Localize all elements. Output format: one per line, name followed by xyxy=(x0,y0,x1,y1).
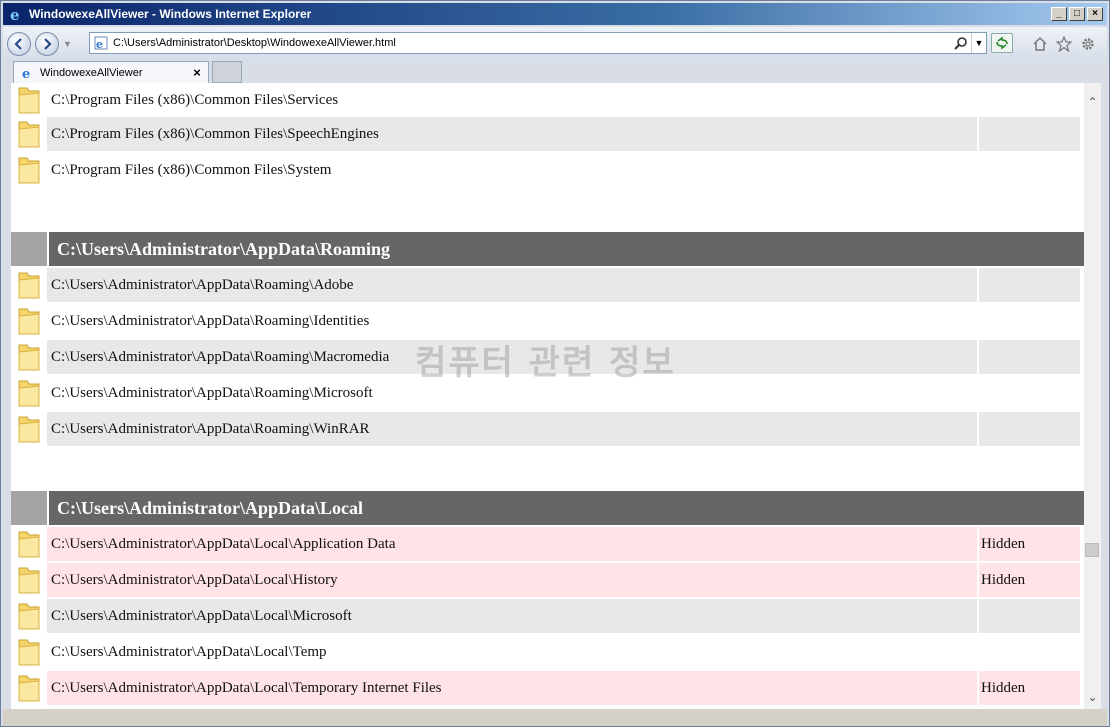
group-header-local: C:\Users\Administrator\AppData\Local xyxy=(11,491,1084,525)
minimize-button[interactable]: _ xyxy=(1051,7,1067,21)
folder-path: C:\Users\Administrator\AppData\Local\His… xyxy=(47,563,977,597)
folder-attribute xyxy=(977,268,1080,302)
list-item[interactable]: C:\Program Files (x86)\Common Files\Spee… xyxy=(11,117,1084,151)
watermark-text: 컴퓨터 관련 정보 xyxy=(415,343,676,383)
folder-icon xyxy=(11,268,47,302)
header-block xyxy=(11,491,47,525)
address-dropdown-icon[interactable]: ▼ xyxy=(971,33,986,53)
list-item[interactable]: C:\Users\Administrator\AppData\Local\Tem… xyxy=(11,671,1084,705)
address-url[interactable]: C:\Users\Administrator\Desktop\Windowexe… xyxy=(113,37,953,49)
tab-label: WindowexeAllViewer xyxy=(40,66,143,79)
folder-icon xyxy=(11,340,47,374)
list-item[interactable]: C:\Users\Administrator\AppData\Roaming\I… xyxy=(11,304,1084,338)
folder-icon xyxy=(11,153,47,187)
folder-icon xyxy=(11,599,47,633)
home-icon[interactable] xyxy=(1031,35,1049,53)
history-dropdown-icon[interactable]: ▼ xyxy=(63,39,73,49)
list-item[interactable]: C:\Users\Administrator\AppData\Local\His… xyxy=(11,563,1084,597)
folder-attribute: Hidden xyxy=(977,563,1080,597)
title-bar[interactable]: e WindowexeAllViewer - Windows Internet … xyxy=(3,3,1107,25)
ie-icon: e xyxy=(9,6,25,22)
folder-attribute xyxy=(977,412,1080,446)
svg-text:e: e xyxy=(96,38,103,50)
folder-attribute xyxy=(977,340,1080,374)
list-item[interactable]: C:\Users\Administrator\AppData\Local\Mic… xyxy=(11,599,1084,633)
folder-attribute xyxy=(977,599,1080,633)
list-item[interactable]: C:\Users\Administrator\AppData\Roaming\A… xyxy=(11,268,1084,302)
svg-text:e: e xyxy=(22,67,30,80)
folder-icon xyxy=(11,412,47,446)
forward-arrow-icon xyxy=(44,38,52,50)
refresh-icon xyxy=(996,36,1008,50)
folder-attribute xyxy=(977,153,1080,187)
folder-attribute: Hidden xyxy=(977,671,1080,705)
gear-icon[interactable] xyxy=(1079,35,1097,53)
tab-windowexeallviewer[interactable]: e WindowexeAllViewer × xyxy=(13,61,209,83)
folder-icon xyxy=(11,117,47,151)
forward-button[interactable] xyxy=(35,32,59,56)
folder-icon xyxy=(11,671,47,705)
back-button[interactable] xyxy=(7,32,31,56)
list-item[interactable]: C:\Users\Administrator\AppData\Roaming\W… xyxy=(11,412,1084,446)
scroll-thumb[interactable] xyxy=(1085,543,1099,557)
maximize-button[interactable]: □ xyxy=(1069,7,1085,21)
group-header-title: C:\Users\Administrator\AppData\Roaming xyxy=(47,232,1084,266)
browser-window: e WindowexeAllViewer - Windows Internet … xyxy=(0,0,1110,727)
folder-icon xyxy=(11,527,47,561)
folder-path: C:\Users\Administrator\AppData\Roaming\W… xyxy=(47,412,977,446)
folder-path: C:\Users\Administrator\AppData\Local\Mic… xyxy=(47,599,977,633)
browser-tools xyxy=(1031,35,1097,53)
scroll-up-icon[interactable]: ⌃ xyxy=(1084,93,1101,110)
ie-icon: e xyxy=(20,65,36,81)
list-item[interactable]: C:\Program Files (x86)\Common Files\Serv… xyxy=(11,83,1084,117)
window-controls: _ □ × xyxy=(1051,7,1103,21)
scroll-down-icon[interactable]: ⌄ xyxy=(1084,688,1101,705)
folder-path: C:\Users\Administrator\AppData\Local\Tem… xyxy=(51,643,327,660)
group-header-title: C:\Users\Administrator\AppData\Local xyxy=(47,491,1084,525)
new-tab-button[interactable] xyxy=(212,61,242,83)
list-item[interactable]: C:\Users\Administrator\AppData\Local\App… xyxy=(11,527,1084,561)
refresh-button[interactable] xyxy=(991,33,1013,53)
folder-icon xyxy=(11,304,47,338)
folder-attribute xyxy=(977,376,1080,410)
folder-attribute xyxy=(977,83,1080,117)
folder-path: C:\Program Files (x86)\Common Files\Serv… xyxy=(51,91,339,108)
vertical-scrollbar[interactable]: ⌃ ⌄ xyxy=(1084,83,1101,709)
tab-bar: e WindowexeAllViewer × xyxy=(3,61,1107,83)
window-title: WindowexeAllViewer - Windows Internet Ex… xyxy=(29,7,312,21)
folder-attribute xyxy=(977,117,1080,151)
group-header-roaming: C:\Users\Administrator\AppData\Roaming xyxy=(11,232,1084,266)
list-item[interactable]: C:\Users\Administrator\AppData\Local\Tem… xyxy=(11,635,1084,669)
back-arrow-icon xyxy=(14,38,22,50)
folder-path: C:\Users\Administrator\AppData\Roaming\A… xyxy=(47,268,977,302)
close-button[interactable]: × xyxy=(1087,7,1103,21)
folder-icon xyxy=(11,83,47,117)
folder-path: C:\Users\Administrator\AppData\Roaming\I… xyxy=(51,312,370,329)
folder-attribute: Hidden xyxy=(977,527,1080,561)
folder-icon xyxy=(11,563,47,597)
page-content: C:\Program Files (x86)\Common Files\Serv… xyxy=(11,83,1084,709)
star-icon[interactable] xyxy=(1055,35,1073,53)
folder-icon xyxy=(11,635,47,669)
folder-path: C:\Users\Administrator\AppData\Local\App… xyxy=(47,527,977,561)
folder-path: C:\Users\Administrator\AppData\Local\Tem… xyxy=(47,671,977,705)
search-icon[interactable] xyxy=(953,35,969,51)
folder-attribute xyxy=(977,304,1080,338)
navigation-bar: ▼ e C:\Users\Administrator\Desktop\Windo… xyxy=(3,27,1107,61)
page-icon: e xyxy=(93,35,109,51)
svg-text:e: e xyxy=(10,6,20,22)
address-bar[interactable]: e C:\Users\Administrator\Desktop\Windowe… xyxy=(89,32,987,54)
header-block xyxy=(11,232,47,266)
folder-path: C:\Program Files (x86)\Common Files\Syst… xyxy=(51,161,332,178)
folder-path: C:\Program Files (x86)\Common Files\Spee… xyxy=(47,117,977,151)
status-bar xyxy=(3,709,1107,726)
tab-close-icon[interactable]: × xyxy=(190,65,204,80)
list-item[interactable]: C:\Program Files (x86)\Common Files\Syst… xyxy=(11,153,1084,187)
folder-icon xyxy=(11,376,47,410)
folder-attribute xyxy=(977,635,1080,669)
